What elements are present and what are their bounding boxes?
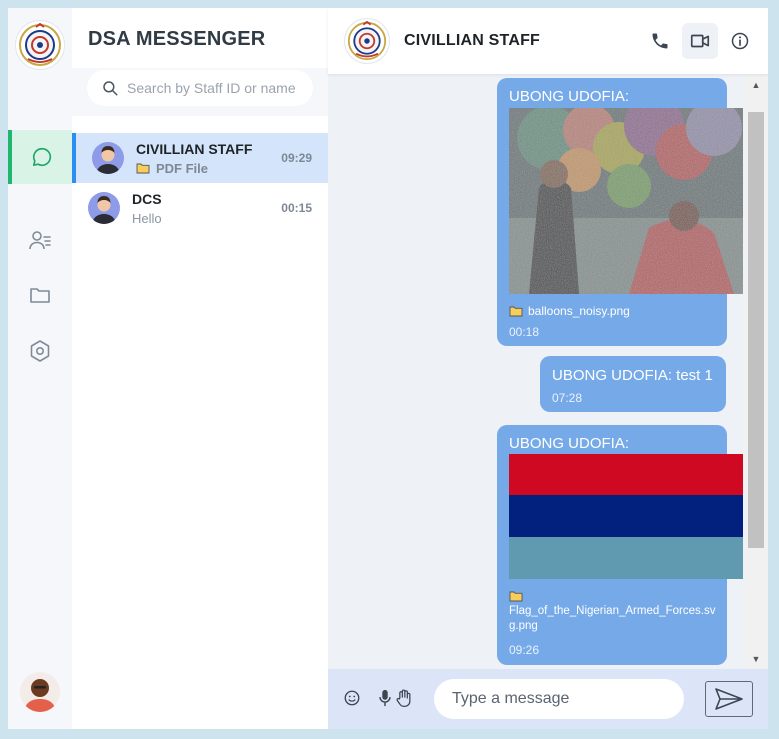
rail-files[interactable]: [8, 268, 72, 322]
chat-list-panel: DSA MESSENGER CIVILLIAN STAFF: [72, 8, 328, 729]
search-input[interactable]: [127, 80, 307, 96]
contacts-icon: [29, 231, 51, 250]
folder-icon: [509, 591, 523, 602]
message-time: 00:18: [509, 325, 540, 339]
message-bubble: UBONG UDOFIA: test 1 07:28: [540, 356, 726, 412]
info-icon: [731, 32, 749, 50]
crest-icon: [347, 21, 387, 61]
scroll-down-arrow-icon[interactable]: ▼: [745, 650, 767, 668]
conversation-title: CIVILLIAN STAFF: [404, 32, 541, 49]
message-list: UBONG UDOFIA: balloons_noisy.png 00:18 U…: [328, 74, 768, 669]
hand-icon: [396, 689, 411, 707]
chat-preview-text: PDF File: [156, 160, 209, 176]
message-bubble: UBONG UDOFIA: balloons_noisy.png 00:18: [497, 78, 743, 346]
emoji-icon: [344, 690, 360, 706]
chat-name: CIVILLIAN STAFF: [136, 140, 253, 157]
chat-avatar: [88, 192, 120, 224]
attachment-filename[interactable]: balloons_noisy.png: [509, 304, 630, 318]
balloons-photo-icon: [509, 108, 743, 294]
app-logo: [15, 20, 65, 70]
folder-icon: [509, 306, 523, 317]
message-bubble: UBONG UDOFIA: Flag_of_the_Nigerian_Armed…: [497, 425, 743, 665]
user-avatar[interactable]: [20, 672, 60, 712]
flag-stripe-red: [509, 454, 743, 495]
message-scrollbar[interactable]: ▲ ▼: [745, 74, 767, 669]
rail-chats[interactable]: [8, 130, 72, 184]
rail-contacts[interactable]: [8, 213, 72, 267]
search-icon: [103, 81, 118, 96]
folder-icon: [136, 163, 150, 174]
flag-stripe-navy: [509, 495, 743, 537]
search-box: [87, 70, 313, 106]
message-time: 07:28: [552, 391, 583, 405]
chat-bubble-icon: [32, 147, 52, 167]
user-photo-icon: [20, 672, 60, 712]
chat-preview: PDF File: [136, 161, 281, 176]
scrollbar-thumb[interactable]: [748, 112, 764, 548]
chat-time: 00:15: [281, 201, 312, 215]
rail-settings[interactable]: [8, 324, 72, 378]
scroll-up-arrow-icon[interactable]: ▲: [745, 76, 767, 94]
chat-item-dcs[interactable]: DCS Hello 00:15: [72, 183, 328, 233]
conversation-panel: CIVILLIAN STAFF UBONG UDOFIA: balloons_n…: [328, 8, 768, 729]
emoji-button[interactable]: [343, 689, 361, 707]
chat-preview-text: Hello: [132, 210, 162, 226]
chat-name: DCS: [132, 190, 162, 207]
voice-record-button[interactable]: [378, 689, 392, 707]
microphone-icon: [379, 689, 391, 707]
folder-icon: [30, 288, 50, 303]
message-input-box: [434, 679, 684, 719]
icon-rail: [8, 8, 72, 729]
app-window: DSA MESSENGER CIVILLIAN STAFF: [8, 8, 768, 729]
contact-photo-icon: [88, 192, 120, 224]
message-image-flag[interactable]: [509, 454, 743, 579]
chat-time: 09:29: [281, 151, 312, 165]
crest-icon: [19, 23, 61, 66]
attachment-filename[interactable]: Flag_of_the_Nigerian_Armed_Forces.sv g.p…: [509, 590, 715, 632]
search-area: [72, 68, 328, 116]
message-sender: UBONG UDOFIA:: [509, 435, 630, 452]
conversation-header: CIVILLIAN STAFF: [328, 8, 768, 74]
message-input[interactable]: [452, 690, 672, 708]
flag-stripe-lightblue: [509, 537, 743, 579]
message-composer: [328, 669, 768, 729]
message-image-balloons[interactable]: [509, 108, 743, 294]
voice-call-button[interactable]: [642, 23, 678, 59]
video-camera-icon: [690, 34, 710, 48]
video-call-button[interactable]: [682, 23, 718, 59]
conversation-logo: [344, 18, 390, 64]
attach-gesture-button[interactable]: [394, 688, 414, 708]
contact-photo-icon: [92, 142, 124, 174]
message-sender: UBONG UDOFIA:: [509, 88, 630, 105]
chat-avatar: [92, 142, 124, 174]
message-time: 09:26: [509, 643, 540, 657]
app-title: DSA MESSENGER: [88, 28, 266, 50]
phone-icon: [652, 33, 668, 49]
chat-item-civillian-staff[interactable]: CIVILLIAN STAFF PDF File 09:29: [72, 133, 328, 183]
send-button[interactable]: [705, 681, 753, 717]
settings-hexagon-icon: [30, 340, 50, 362]
info-button[interactable]: [722, 23, 758, 59]
message-text: UBONG UDOFIA: test 1: [552, 367, 713, 384]
send-icon: [715, 688, 743, 710]
